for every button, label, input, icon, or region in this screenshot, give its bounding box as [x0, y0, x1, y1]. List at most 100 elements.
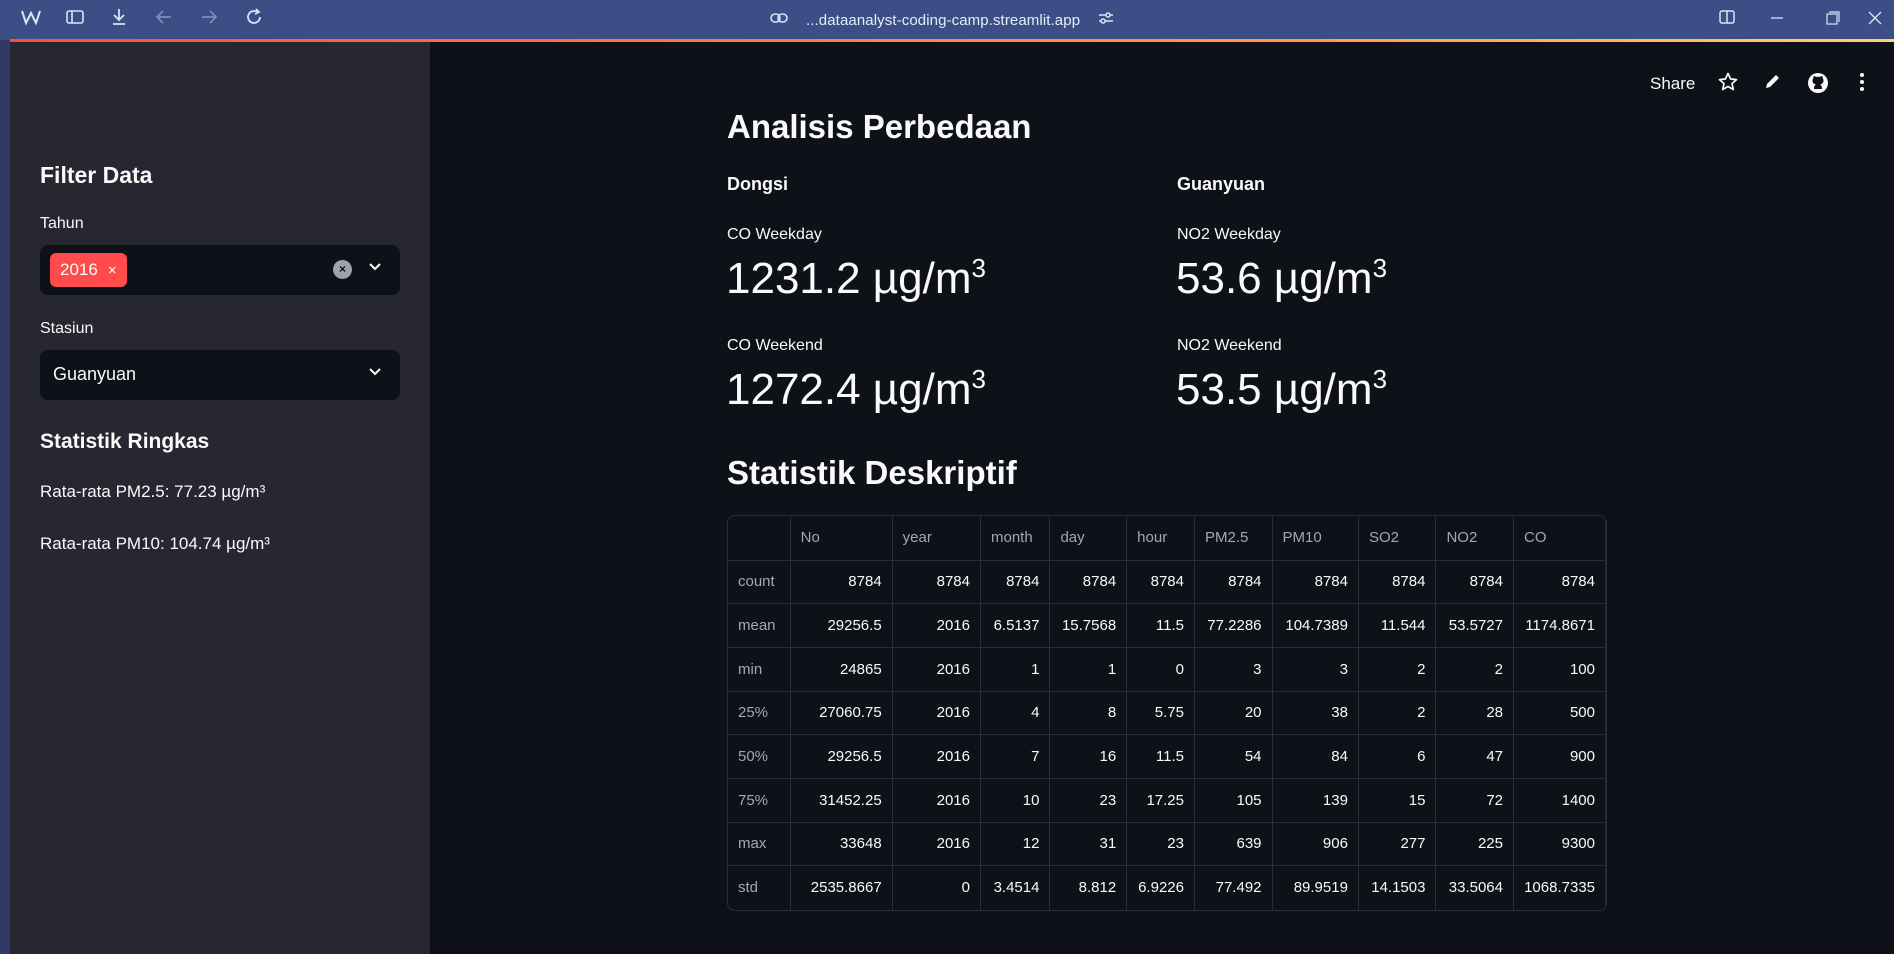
no2-weekday-label: NO2 Weekday — [1177, 226, 1281, 243]
column-header[interactable]: SO2 — [1358, 516, 1437, 561]
sidebar-toggle-icon[interactable] — [62, 8, 88, 32]
close-icon[interactable] — [1862, 8, 1888, 32]
table-cell: 89.9519 — [1272, 865, 1359, 910]
row-label: std — [728, 865, 791, 910]
app-logo-icon[interactable] — [18, 8, 44, 32]
unit-superscript: 3 — [971, 364, 986, 394]
table-cell: 1174.8671 — [1513, 603, 1606, 648]
column-header[interactable]: year — [892, 516, 981, 561]
table-cell: 277 — [1358, 822, 1437, 867]
table-cell: 2535.8667 — [790, 865, 893, 910]
share-button[interactable]: Share — [1650, 74, 1695, 94]
table-cell: 29256.5 — [790, 603, 893, 648]
co-weekday-value: 1231.2 µg/m3 — [726, 253, 986, 303]
column-header[interactable]: hour — [1126, 516, 1195, 561]
table-row: 25% 27060.75 2016 4 8 5.75 20 38 2 28 500 — [728, 691, 1606, 736]
year-chip[interactable]: 2016 × — [50, 253, 127, 287]
table-cell: 15 — [1358, 778, 1437, 823]
table-cell: 10 — [980, 778, 1051, 823]
table-cell: 17.25 — [1126, 778, 1195, 823]
table-cell: 11.5 — [1126, 734, 1195, 779]
star-icon[interactable] — [1716, 72, 1740, 96]
table-cell: 8784 — [1194, 560, 1273, 605]
statistics-table[interactable]: No year month day hour PM2.5 PM10 SO2 NO2 CO coun… — [727, 515, 1607, 911]
year-multiselect[interactable]: 2016 × × — [40, 245, 400, 295]
table-header: No year month day hour PM2.5 PM10 SO2 NO2 CO — [728, 516, 1606, 561]
row-label: mean — [728, 603, 791, 648]
back-icon[interactable] — [151, 8, 177, 32]
year-label: Tahun — [40, 215, 84, 232]
table-cell: 8784 — [1049, 560, 1128, 605]
edit-icon[interactable] — [1761, 72, 1785, 96]
page-title: Analisis Perbedaan — [727, 108, 1032, 145]
table-row: max 33648 2016 12 31 23 639 906 277 225 9300 — [728, 822, 1606, 867]
table-cell: 33.5064 — [1435, 865, 1514, 910]
url-text[interactable]: ...dataanalyst-coding-camp.streamlit.app — [806, 12, 1080, 29]
unit-superscript: 3 — [1372, 253, 1388, 283]
chevron-down-icon[interactable] — [366, 363, 384, 381]
table-cell: 6.5137 — [980, 603, 1051, 648]
column-header[interactable]: No — [790, 516, 893, 561]
table-cell: 29256.5 — [790, 734, 893, 779]
station-value: Guanyuan — [53, 364, 137, 384]
forward-icon[interactable] — [196, 8, 222, 32]
table-cell: 2 — [1358, 647, 1437, 692]
row-label: min — [728, 647, 791, 692]
table-cell: 14.1503 — [1358, 865, 1437, 910]
table-row: 50% 29256.5 2016 7 16 11.5 54 84 6 47 900 — [728, 734, 1606, 779]
column-header[interactable]: NO2 — [1435, 516, 1514, 561]
column-header[interactable] — [728, 516, 791, 561]
dongsi-header: Dongsi — [727, 174, 788, 194]
column-header[interactable]: month — [980, 516, 1051, 561]
column-header[interactable]: PM2.5 — [1194, 516, 1273, 561]
table-cell: 8784 — [1358, 560, 1437, 605]
table-cell: 2 — [1358, 691, 1437, 736]
table-cell: 72 — [1435, 778, 1514, 823]
minimize-icon[interactable] — [1764, 8, 1790, 32]
sidebar: Filter Data Tahun 2016 × × Stasiun Guany… — [10, 42, 430, 954]
table-cell: 54 — [1194, 734, 1273, 779]
row-label: 50% — [728, 734, 791, 779]
column-header[interactable]: day — [1049, 516, 1128, 561]
table-cell: 11.544 — [1358, 603, 1437, 648]
table-cell: 7 — [980, 734, 1051, 779]
table-cell: 27060.75 — [790, 691, 893, 736]
table-cell: 1400 — [1513, 778, 1606, 823]
table-cell: 5.75 — [1126, 691, 1195, 736]
table-cell: 1 — [1049, 647, 1128, 692]
column-header[interactable]: PM10 — [1272, 516, 1359, 561]
more-menu-icon[interactable] — [1850, 72, 1874, 96]
address-bar[interactable]: ...dataanalyst-coding-camp.streamlit.app — [770, 8, 1114, 32]
table-cell: 100 — [1513, 647, 1606, 692]
table-row: std 2535.8667 0 3.4514 8.812 6.9226 77.492 89.9… — [728, 865, 1606, 910]
site-settings-icon[interactable] — [1098, 11, 1114, 30]
restore-icon[interactable] — [1820, 8, 1846, 32]
no2-weekend-value: 53.5 µg/m3 — [1176, 364, 1388, 414]
table-cell: 23 — [1049, 778, 1128, 823]
download-icon[interactable] — [106, 8, 132, 32]
split-view-icon[interactable] — [1714, 8, 1740, 32]
table-cell: 28 — [1435, 691, 1514, 736]
table-cell: 2 — [1435, 647, 1514, 692]
table-cell: 2016 — [892, 647, 981, 692]
station-select[interactable]: Guanyuan — [40, 350, 400, 400]
table-cell: 23 — [1126, 822, 1195, 867]
column-header[interactable]: CO — [1513, 516, 1606, 561]
station-label: Stasiun — [40, 320, 94, 337]
reload-icon[interactable] — [241, 8, 267, 32]
browser-toolbar: ...dataanalyst-coding-camp.streamlit.app — [0, 0, 1894, 40]
table-cell: 38 — [1272, 691, 1359, 736]
table-cell: 20 — [1194, 691, 1273, 736]
data-table: No year month day hour PM2.5 PM10 SO2 NO2 CO coun… — [728, 516, 1606, 910]
clear-icon[interactable]: × — [333, 260, 352, 279]
table-cell: 2016 — [892, 603, 981, 648]
table-row: count 8784 8784 8784 8784 8784 8784 8784 8784 878… — [728, 560, 1606, 605]
chip-remove-icon[interactable]: × — [108, 262, 117, 279]
table-cell: 500 — [1513, 691, 1606, 736]
link-icon — [770, 11, 788, 29]
table-cell: 225 — [1435, 822, 1514, 867]
table-row: min 24865 2016 1 1 0 3 3 2 2 100 — [728, 647, 1606, 692]
chevron-down-icon[interactable] — [366, 258, 384, 276]
unit-superscript: 3 — [1372, 364, 1388, 394]
github-icon[interactable] — [1806, 72, 1830, 96]
